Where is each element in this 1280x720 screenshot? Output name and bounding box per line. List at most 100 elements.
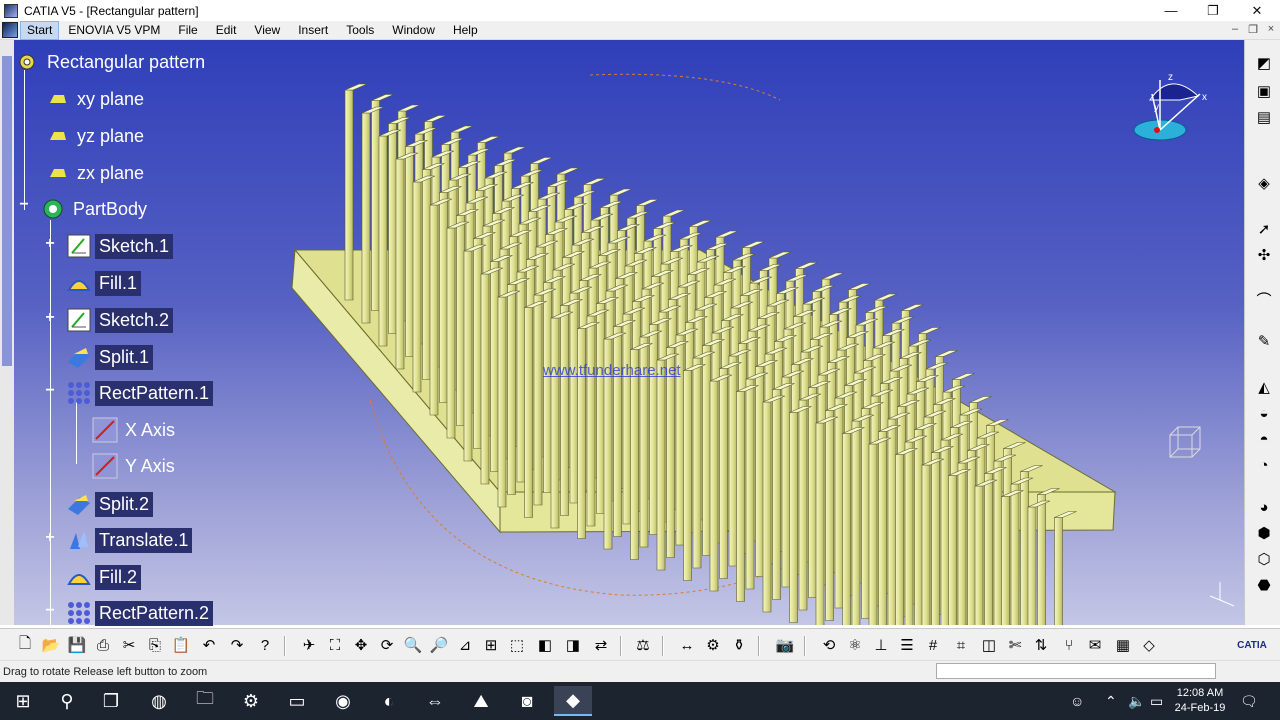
select-arrow-icon[interactable]: ➚ xyxy=(1253,218,1275,240)
copy-icon[interactable]: ⎘ xyxy=(144,634,166,656)
measure-inertia-icon[interactable]: ⚱ xyxy=(728,634,750,656)
save-icon[interactable]: 💾 xyxy=(66,634,88,656)
curve-icon[interactable]: ⌒ xyxy=(1253,288,1275,310)
datum-icon[interactable]: ▣ xyxy=(1253,80,1275,102)
menu-help[interactable]: Help xyxy=(444,21,487,40)
redo-icon[interactable]: ↷ xyxy=(226,634,248,656)
tree-item[interactable]: Split.2 xyxy=(66,489,154,519)
multi-view-icon[interactable]: ⊞ xyxy=(480,634,502,656)
iso-view-icon[interactable]: ⬚ xyxy=(506,634,528,656)
catia-taskbar-icon[interactable]: ◆ xyxy=(554,686,592,716)
graph-tree-icon[interactable]: ⑂ xyxy=(1058,634,1080,656)
sketcher-icon[interactable]: ◩ xyxy=(1253,52,1275,74)
tree-expand-icon[interactable]: ☰ xyxy=(896,634,918,656)
normal-view-icon[interactable]: ⊿ xyxy=(454,634,476,656)
doc-close-button[interactable]: × xyxy=(1262,23,1280,35)
firefox-icon[interactable]: ◐ xyxy=(370,686,408,716)
menu-view[interactable]: View xyxy=(245,21,289,40)
menu-enovia[interactable]: ENOVIA V5 VPM xyxy=(59,21,169,40)
measure-icon[interactable]: ⚖ xyxy=(632,634,654,656)
tree-item-partbody[interactable]: PartBody xyxy=(40,194,151,224)
trim-tool-icon[interactable]: ⬢ xyxy=(1253,522,1275,544)
tree-expander-toggle[interactable]: + xyxy=(44,530,56,546)
matlab-icon[interactable]: ⛰ xyxy=(462,686,500,716)
minimize-button[interactable]: — xyxy=(1150,0,1192,21)
fly-mode-icon[interactable]: ✈ xyxy=(298,634,320,656)
doc-minimize-button[interactable]: – xyxy=(1226,23,1244,35)
windows-start-icon[interactable]: ⊞ xyxy=(4,686,42,716)
file-explorer-icon[interactable]: 🗀 xyxy=(186,686,224,716)
capture-icon[interactable]: 📷 xyxy=(774,634,796,656)
measure-item-icon[interactable]: ⚙ xyxy=(702,634,724,656)
tree-expander-toggle[interactable]: + xyxy=(44,236,56,252)
chrome-icon[interactable]: ◉ xyxy=(324,686,362,716)
close-button[interactable]: ✕ xyxy=(1236,0,1278,21)
task-view-icon[interactable]: ❐ xyxy=(92,686,130,716)
maximize-button[interactable]: ❐ xyxy=(1192,0,1234,21)
tree-item[interactable]: Translate.1 xyxy=(66,525,193,555)
menu-tools[interactable]: Tools xyxy=(337,21,383,40)
search-icon[interactable]: ⚲ xyxy=(48,686,86,716)
tree-item[interactable]: RectPattern.1 xyxy=(66,378,214,408)
reorder-icon[interactable]: ⇅ xyxy=(1030,634,1052,656)
start-menu-icon[interactable] xyxy=(2,22,18,38)
globe-app-icon[interactable]: ◍ xyxy=(140,686,178,716)
teamviewer-icon[interactable]: ⇔ xyxy=(416,686,454,716)
transform-tool-icon[interactable]: ⬡ xyxy=(1253,548,1275,570)
tree-item[interactable]: Y Axis xyxy=(92,451,179,481)
update-icon[interactable]: ⟲ xyxy=(818,634,840,656)
zoom-out-icon[interactable]: 🔎 xyxy=(428,634,450,656)
new-file-icon[interactable]: 🗋 xyxy=(14,634,36,656)
tree-expander-toggle[interactable]: − xyxy=(44,383,56,399)
tree-item[interactable]: X Axis xyxy=(92,415,179,445)
tree-item[interactable]: RectPattern.2 xyxy=(66,598,214,628)
volume-icon[interactable]: 🔈 xyxy=(1128,682,1145,720)
paste-icon[interactable]: 📋 xyxy=(170,634,192,656)
shading-icon[interactable]: ◧ xyxy=(534,634,556,656)
tree-item-yz-plane[interactable]: yz plane xyxy=(44,121,148,151)
tree-expander-toggle[interactable]: + xyxy=(44,310,56,326)
power-input-field[interactable] xyxy=(936,663,1216,679)
menu-edit[interactable]: Edit xyxy=(207,21,246,40)
catalog-icon[interactable]: ◇ xyxy=(1138,634,1160,656)
doc-restore-button[interactable]: ❐ xyxy=(1244,23,1262,36)
network-icon[interactable]: ▭ xyxy=(1150,682,1163,720)
tree-item-xy-plane[interactable]: xy plane xyxy=(44,84,148,114)
tree-root[interactable]: Rectangular pattern xyxy=(14,47,209,77)
people-icon[interactable]: ☺ xyxy=(1070,682,1084,720)
cutting-icon[interactable]: ✄ xyxy=(1004,634,1026,656)
pan-icon[interactable]: ✥ xyxy=(350,634,372,656)
layer-icon[interactable]: ▤ xyxy=(1253,106,1275,128)
join-icon[interactable]: ◔ xyxy=(1253,454,1275,476)
snap-icon[interactable]: ⌗ xyxy=(950,634,972,656)
sketch-tool-icon[interactable]: ✎ xyxy=(1253,330,1275,352)
help-cursor-icon[interactable]: ? xyxy=(254,634,276,656)
view-orientation-icon[interactable]: ◈ xyxy=(1253,172,1275,194)
print-icon[interactable]: ⎙ xyxy=(92,634,114,656)
menu-insert[interactable]: Insert xyxy=(289,21,337,40)
axis-system-icon[interactable]: ⊥ xyxy=(870,634,892,656)
open-file-icon[interactable]: 📂 xyxy=(40,634,62,656)
tree-item[interactable]: Fill.1 xyxy=(66,268,142,298)
app-settings-icon[interactable]: ⚙ xyxy=(232,686,270,716)
surface-icon[interactable]: ◭ xyxy=(1253,376,1275,398)
tree-expander-toggle[interactable]: − xyxy=(44,603,56,619)
tree-item[interactable]: Sketch.2 xyxy=(66,305,174,335)
partbody-collapse-toggle[interactable]: − xyxy=(18,197,30,213)
sweep-icon[interactable]: ◓ xyxy=(1253,428,1275,450)
undo-icon[interactable]: ↶ xyxy=(198,634,220,656)
zoom-in-icon[interactable]: 🔍 xyxy=(402,634,424,656)
tree-item[interactable]: Sketch.1 xyxy=(66,231,174,261)
swap-space-icon[interactable]: ⇄ xyxy=(590,634,612,656)
menu-window[interactable]: Window xyxy=(383,21,444,40)
tree-item[interactable]: Fill.2 xyxy=(66,562,142,592)
grid-icon[interactable]: # xyxy=(922,634,944,656)
app-window-icon[interactable]: ▭ xyxy=(278,686,316,716)
pattern-tool-icon[interactable]: ⬣ xyxy=(1253,574,1275,596)
extract-icon[interactable]: ✣ xyxy=(1253,244,1275,266)
menu-start[interactable]: Start xyxy=(20,20,60,40)
rotate-icon[interactable]: ⟳ xyxy=(376,634,398,656)
menu-file[interactable]: File xyxy=(169,21,206,40)
tray-chevron-icon[interactable]: ⌃ xyxy=(1105,682,1117,720)
measure-between-icon[interactable]: ↔ xyxy=(676,634,698,656)
